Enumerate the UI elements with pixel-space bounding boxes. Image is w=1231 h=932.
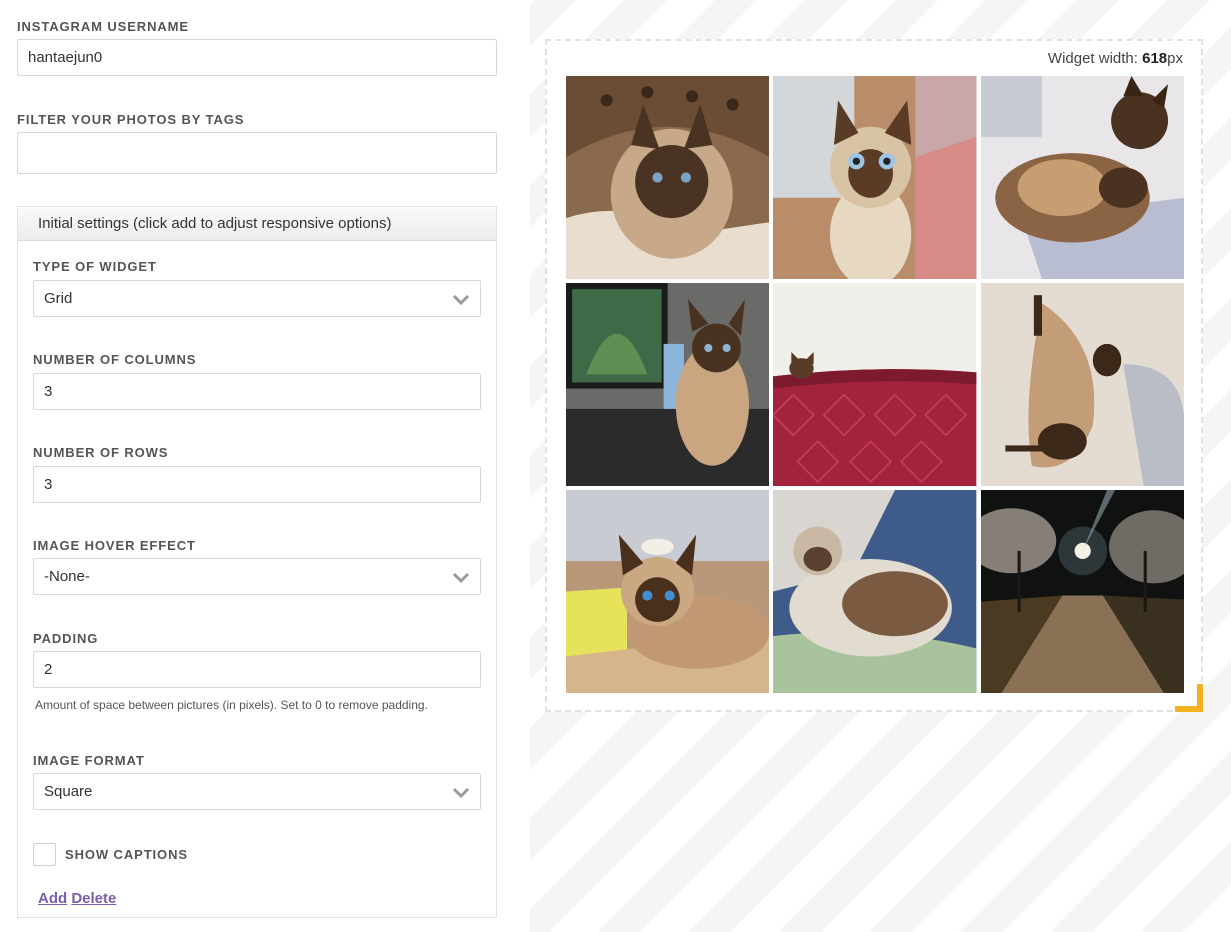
- photo-blue-eyed-cat[interactable]: [773, 76, 977, 279]
- photo-night-path[interactable]: [980, 490, 1184, 693]
- username-label: INSTAGRAM USERNAME: [17, 19, 189, 34]
- photo-image: [980, 283, 1184, 486]
- photo-cat-stretching[interactable]: [980, 283, 1184, 486]
- columns-label: NUMBER OF COLUMNS: [33, 352, 197, 367]
- delete-link[interactable]: Delete: [71, 890, 116, 907]
- add-link[interactable]: Add: [38, 890, 67, 907]
- widget-width-prefix: Widget width:: [1047, 50, 1143, 67]
- instagram-photo-grid: [566, 76, 1184, 693]
- widget-preview-frame: Widget width: 618px: [545, 39, 1203, 712]
- chevron-down-icon: [452, 294, 470, 306]
- tags-filter-input[interactable]: [17, 132, 497, 174]
- image-format-value: Square: [44, 783, 93, 800]
- widget-type-label: TYPE OF WIDGET: [33, 259, 157, 274]
- resize-handle-icon[interactable]: [1175, 684, 1203, 712]
- widget-type-select[interactable]: Grid: [33, 280, 481, 317]
- hover-effect-value: -None-: [44, 568, 90, 585]
- show-captions-label: SHOW CAPTIONS: [65, 847, 188, 862]
- chevron-down-icon: [452, 572, 470, 584]
- add-delete-links: Add Delete: [38, 890, 116, 907]
- username-input[interactable]: hantaejun0: [17, 39, 497, 76]
- photo-two-cats-cuddling[interactable]: [980, 76, 1184, 279]
- padding-label: PADDING: [33, 631, 99, 646]
- padding-input[interactable]: 2: [33, 651, 481, 688]
- tags-filter-label: FILTER YOUR PHOTOS BY TAGS: [17, 112, 245, 127]
- photo-cat-cap-on-head[interactable]: [566, 490, 770, 693]
- widget-width-readout: Widget width: 618px: [1048, 50, 1183, 67]
- photo-cat-on-desk[interactable]: [566, 283, 770, 486]
- initial-settings-panel: Initial settings (click add to adjust re…: [17, 206, 497, 918]
- photo-image: [773, 490, 977, 693]
- hover-effect-select[interactable]: -None-: [33, 558, 481, 595]
- photo-image: [773, 76, 977, 279]
- photo-image: [566, 283, 770, 486]
- widget-width-value: 618: [1142, 50, 1168, 67]
- photo-image: [980, 76, 1184, 279]
- photo-image: [980, 490, 1184, 693]
- image-format-label: IMAGE FORMAT: [33, 753, 145, 768]
- rows-input[interactable]: 3: [33, 466, 481, 503]
- chevron-down-icon: [452, 787, 470, 799]
- settings-panel-body: TYPE OF WIDGET Grid NUMBER OF COLUMNS 3 …: [33, 207, 481, 917]
- rows-label: NUMBER OF ROWS: [33, 445, 169, 460]
- widget-width-unit: px: [1167, 50, 1183, 67]
- photo-cat-in-leopard-bed[interactable]: [566, 76, 770, 279]
- photo-cat-red-blanket[interactable]: [773, 283, 977, 486]
- image-format-select[interactable]: Square: [33, 773, 481, 810]
- padding-hint: Amount of space between pictures (in pix…: [35, 698, 428, 712]
- photo-image: [566, 76, 770, 279]
- photo-cat-on-lap[interactable]: [773, 490, 977, 693]
- photo-image: [566, 490, 770, 693]
- photo-image: [773, 283, 977, 486]
- hover-effect-label: IMAGE HOVER EFFECT: [33, 538, 196, 553]
- widget-type-value: Grid: [44, 290, 73, 307]
- show-captions-checkbox[interactable]: [33, 843, 56, 866]
- columns-input[interactable]: 3: [33, 373, 481, 410]
